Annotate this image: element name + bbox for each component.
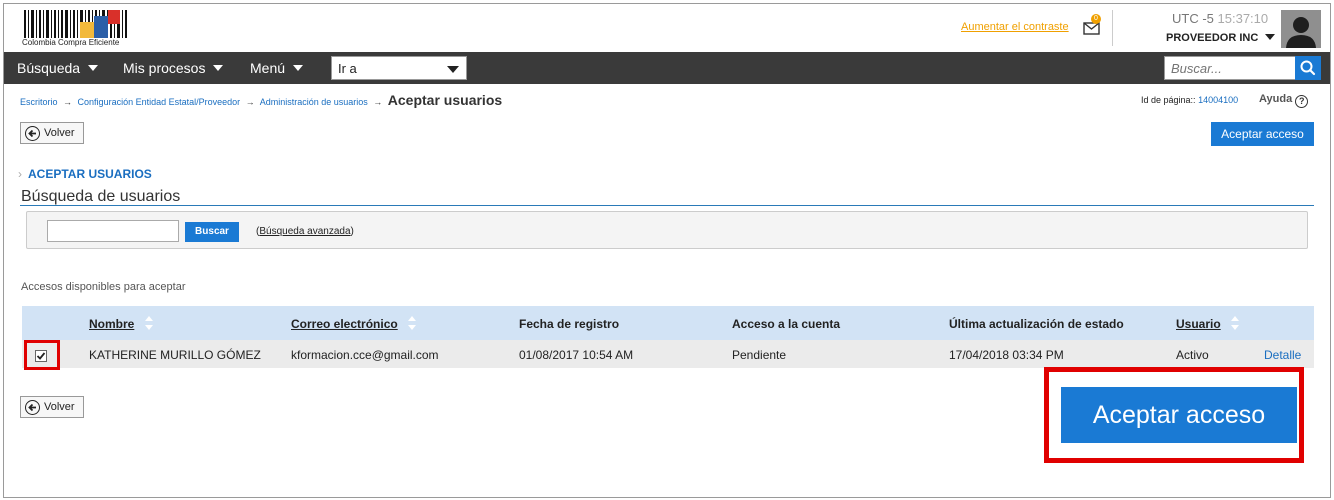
column-header-fecha-registro: Fecha de registro [519, 317, 620, 331]
sort-icon[interactable] [407, 315, 417, 331]
page-frame: Colombia Compra Eficiente Aumentar el co… [3, 3, 1331, 498]
clock-time: 15:37:10 [1217, 11, 1269, 26]
section-accept-users[interactable]: › ACEPTAR USUARIOS [18, 167, 152, 181]
chevron-right-icon: › [18, 167, 22, 181]
header-divider [1112, 10, 1113, 46]
back-button-bottom[interactable]: Volver [20, 396, 84, 418]
mail-count-badge: 0 [1091, 14, 1101, 24]
nav-busqueda-label: Búsqueda [17, 60, 81, 76]
cell-name: KATHERINE MURILLO GÓMEZ [89, 348, 261, 362]
section-title: ACEPTAR USUARIOS [28, 167, 152, 181]
breadcrumb-administracion-usuarios[interactable]: Administración de usuarios [260, 97, 368, 107]
global-search-button[interactable] [1295, 56, 1321, 80]
advanced-search-link[interactable]: Búsqueda avanzada [259, 226, 350, 237]
chevron-down-icon [1265, 34, 1276, 40]
cell-access: Pendiente [732, 348, 787, 362]
utc-clock: UTC -5 15:37:10 [1172, 11, 1268, 26]
main-navbar: Búsqueda Mis procesos Menú Ir a [4, 52, 1330, 84]
cell-email: kformacion.cce@gmail.com [291, 348, 439, 362]
help-icon: ? [1295, 95, 1309, 108]
increase-contrast-link[interactable]: Aumentar el contraste [961, 21, 1069, 33]
column-header-correo[interactable]: Correo electrónico [291, 317, 398, 331]
checkbox-highlight [24, 340, 60, 370]
provider-name: PROVEEDOR INC [1166, 32, 1259, 44]
accept-access-button-top[interactable]: Aceptar acceso [1211, 122, 1314, 146]
breadcrumb-arrow: → [373, 97, 383, 107]
breadcrumb: Escritorio → Configuración Entidad Estat… [20, 92, 502, 108]
breadcrumb-configuracion[interactable]: Configuración Entidad Estatal/Proveedor [78, 97, 241, 107]
back-label: Volver [44, 401, 75, 413]
chevron-down-icon [293, 65, 304, 71]
page-id: Id de página:: 14004100 [1141, 95, 1238, 105]
breadcrumb-arrow: → [245, 97, 255, 107]
chevron-down-icon [88, 65, 99, 71]
header: Colombia Compra Eficiente Aumentar el co… [4, 4, 1330, 52]
user-silhouette-icon [1281, 10, 1321, 48]
back-button-top[interactable]: Volver [20, 122, 84, 144]
subsection-title: Búsqueda de usuarios [21, 188, 181, 205]
breadcrumb-arrow: → [63, 97, 73, 107]
back-label: Volver [44, 127, 75, 139]
page-title: Aceptar usuarios [387, 92, 503, 108]
cell-registered: 01/08/2017 10:54 AM [519, 348, 634, 362]
divider [20, 205, 1314, 206]
column-header-acceso: Acceso a la cuenta [732, 317, 841, 331]
logo[interactable]: Colombia Compra Eficiente [20, 8, 140, 48]
chevron-down-icon [213, 65, 224, 71]
search-users-button[interactable]: Buscar [185, 222, 239, 242]
detail-link[interactable]: Detalle [1264, 348, 1301, 362]
page-id-value: 14004100 [1198, 95, 1239, 105]
search-icon [1300, 60, 1316, 76]
nav-busqueda[interactable]: Búsqueda [17, 60, 99, 76]
user-search-input[interactable] [47, 220, 179, 242]
paren-close: ) [350, 226, 354, 237]
column-header-nombre[interactable]: Nombre [89, 317, 134, 331]
row-checkbox[interactable] [35, 350, 47, 362]
sort-icon[interactable] [1230, 315, 1240, 331]
chevron-down-icon [447, 66, 459, 73]
utc-label: UTC -5 [1172, 11, 1214, 26]
table-caption: Accesos disponibles para aceptar [21, 281, 186, 293]
page-id-label: Id de página:: [1141, 95, 1196, 105]
table-row: KATHERINE MURILLO GÓMEZ kformacion.cce@g… [22, 340, 1314, 368]
help-link[interactable]: Ayuda? [1259, 93, 1309, 108]
avatar[interactable] [1281, 10, 1321, 48]
cell-user-status: Activo [1176, 348, 1209, 362]
help-label: Ayuda [1259, 93, 1293, 105]
goto-select-value: Ir a [338, 61, 357, 76]
column-header-ultima-actualizacion: Última actualización de estado [949, 317, 1124, 331]
nav-mis-procesos-label: Mis procesos [123, 60, 206, 76]
breadcrumb-escritorio[interactable]: Escritorio [20, 97, 58, 107]
back-arrow-icon [25, 125, 40, 141]
accept-button-highlight: Aceptar acceso [1044, 367, 1304, 463]
cell-last-update: 17/04/2018 03:34 PM [949, 348, 1064, 362]
table-header: Nombre Correo electrónico Fecha de regis… [22, 306, 1314, 340]
advanced-search: (Búsqueda avanzada) [256, 226, 354, 237]
logo-text: Colombia Compra Eficiente [22, 38, 120, 47]
accept-access-button[interactable]: Aceptar acceso [1061, 387, 1297, 443]
goto-select[interactable]: Ir a [331, 56, 467, 80]
global-search-input[interactable] [1164, 56, 1296, 80]
sort-icon[interactable] [144, 315, 154, 331]
barcode-logo-icon [24, 10, 127, 38]
provider-menu[interactable]: PROVEEDOR INC [1166, 32, 1276, 44]
checkmark-icon [36, 352, 46, 360]
nav-menu-label: Menú [250, 60, 286, 76]
back-arrow-icon [25, 399, 40, 415]
column-header-usuario[interactable]: Usuario [1176, 317, 1221, 331]
nav-menu[interactable]: Menú [250, 60, 304, 76]
nav-mis-procesos[interactable]: Mis procesos [123, 60, 224, 76]
user-search-panel: Buscar (Búsqueda avanzada) [26, 211, 1308, 249]
